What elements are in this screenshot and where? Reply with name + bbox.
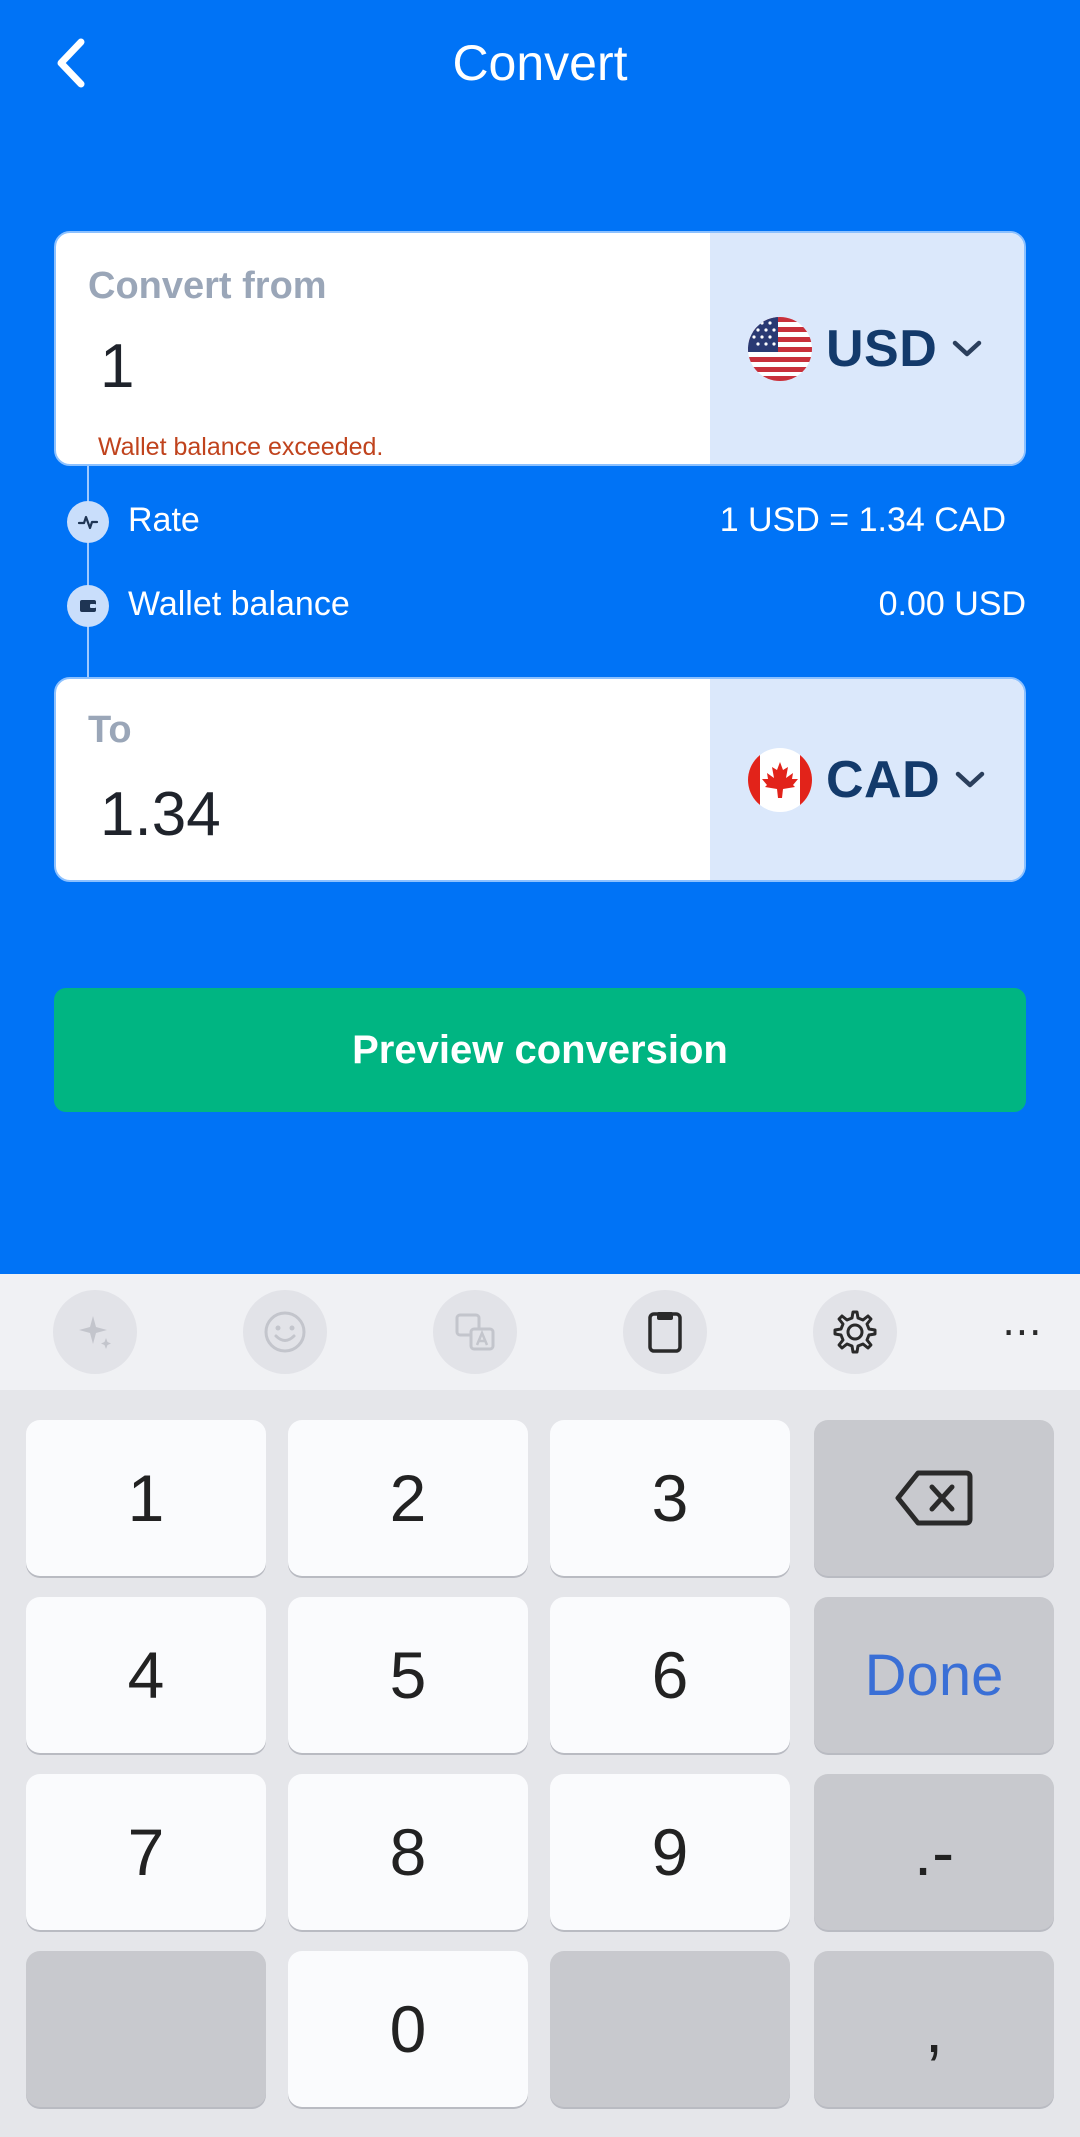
key-7[interactable]: 7 [26, 1774, 266, 1930]
key-blank-right [550, 1951, 790, 2107]
key-8[interactable]: 8 [288, 1774, 528, 1930]
to-currency-selector[interactable]: CAD [710, 679, 1024, 880]
sparkle-icon[interactable] [53, 1290, 137, 1374]
key-5[interactable]: 5 [288, 1597, 528, 1753]
connector-line [87, 466, 89, 677]
key-0[interactable]: 0 [288, 1951, 528, 2107]
canada-flag-icon [748, 747, 812, 812]
key-dot-minus[interactable]: .- [814, 1774, 1054, 1930]
wallet-icon [67, 585, 109, 627]
keyboard-toolbar: ⋯ [0, 1274, 1080, 1390]
convert-from-input-area[interactable]: Convert from 1 Wallet balance exceeded. [56, 233, 712, 464]
wallet-balance-label: Wallet balance [128, 585, 350, 623]
more-icon[interactable]: ⋯ [980, 1290, 1064, 1374]
backspace-key[interactable] [814, 1420, 1054, 1576]
clipboard-icon[interactable] [623, 1290, 707, 1374]
convert-from-amount-field[interactable]: 1 [100, 331, 134, 402]
key-4[interactable]: 4 [26, 1597, 266, 1753]
backspace-icon [895, 1470, 973, 1526]
rate-icon [67, 501, 109, 543]
from-currency-selector[interactable]: USD [710, 233, 1024, 464]
chevron-down-icon [951, 339, 983, 359]
wallet-balance-value: 0.00 USD [878, 585, 1026, 623]
key-3[interactable]: 3 [550, 1420, 790, 1576]
emoji-icon[interactable] [243, 1290, 327, 1374]
from-currency-code: USD [826, 319, 938, 378]
rate-label: Rate [128, 501, 200, 539]
numeric-keyboard: 1 2 3 4 5 6 Done 7 8 9 .- 0 , [0, 1390, 1080, 2137]
convert-to-label: To [88, 709, 132, 751]
convert-from-card: Convert from 1 Wallet balance exceeded. [54, 231, 1026, 466]
rate-value: 1 USD = 1.34 CAD [719, 501, 1006, 539]
done-key[interactable]: Done [814, 1597, 1054, 1753]
convert-screen: Convert Convert from 1 Wallet balance ex… [0, 0, 1080, 1274]
key-9[interactable]: 9 [550, 1774, 790, 1930]
convert-to-input-area[interactable]: To 1.34 [56, 679, 712, 880]
key-2[interactable]: 2 [288, 1420, 528, 1576]
us-flag-icon [748, 316, 812, 381]
balance-error-message: Wallet balance exceeded. [98, 433, 384, 461]
convert-from-label: Convert from [88, 265, 327, 307]
convert-to-amount-field[interactable]: 1.34 [100, 779, 221, 850]
chevron-down-icon [954, 770, 986, 790]
to-currency-code: CAD [826, 750, 941, 809]
key-1[interactable]: 1 [26, 1420, 266, 1576]
translate-icon[interactable] [433, 1290, 517, 1374]
convert-to-card: To 1.34 CAD [54, 677, 1026, 882]
key-blank-left [26, 1951, 266, 2107]
preview-conversion-button[interactable]: Preview conversion [54, 988, 1026, 1112]
page-title: Convert [452, 35, 628, 91]
gear-icon[interactable] [813, 1290, 897, 1374]
key-6[interactable]: 6 [550, 1597, 790, 1753]
key-comma[interactable]: , [814, 1951, 1054, 2107]
